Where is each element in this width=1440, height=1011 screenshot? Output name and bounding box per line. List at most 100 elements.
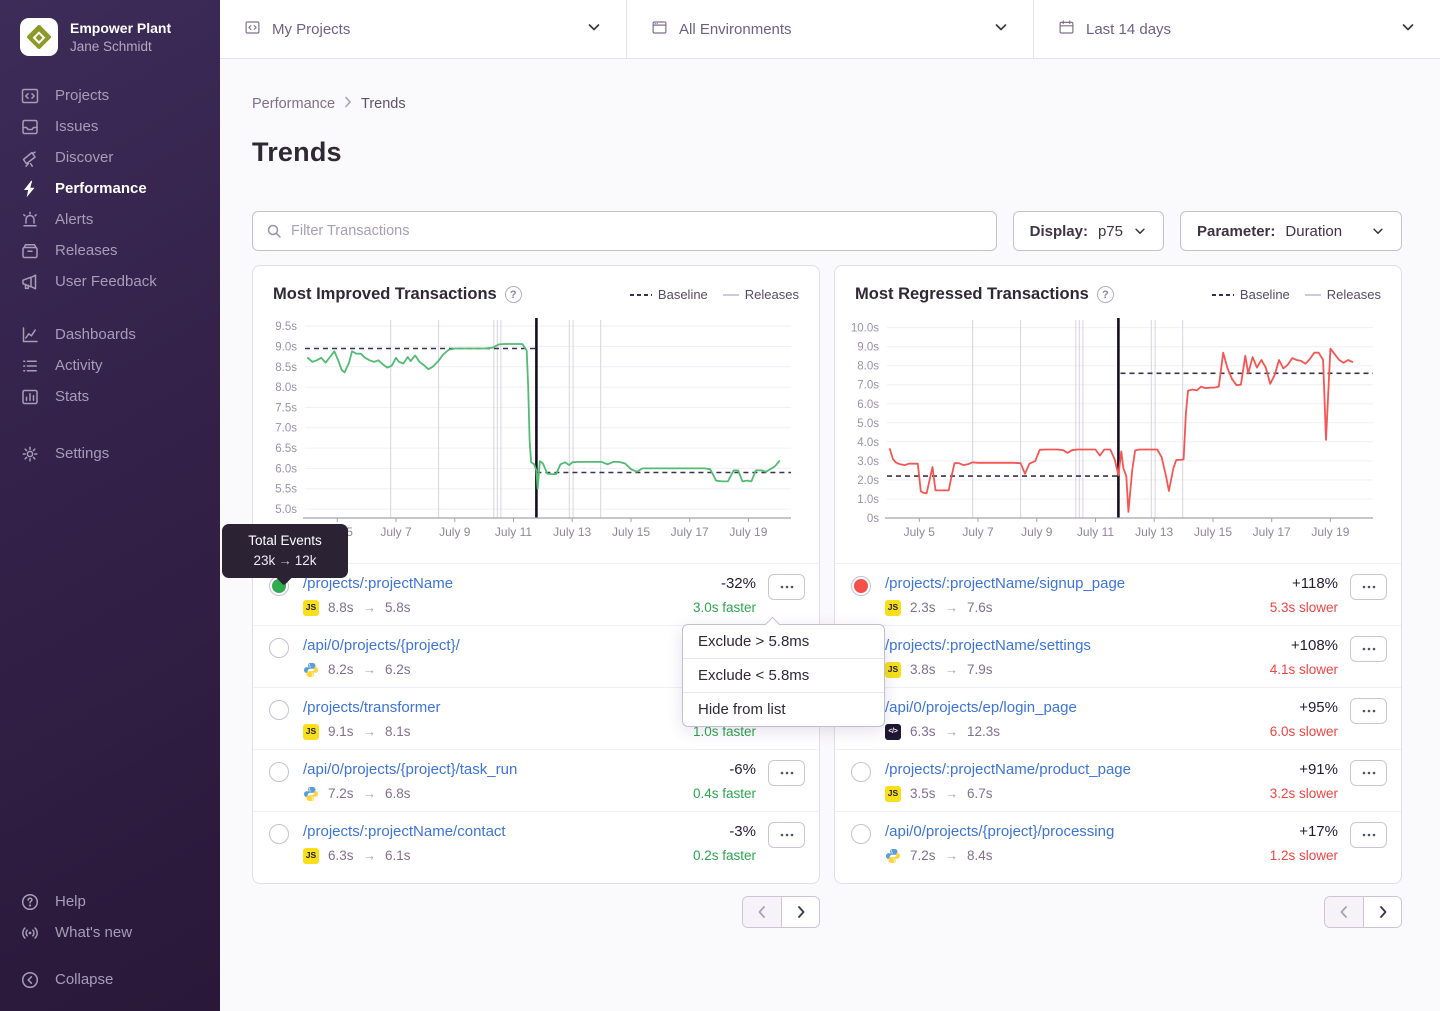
sidebar-item-dashboards[interactable]: Dashboards: [0, 319, 220, 350]
org-switcher[interactable]: Empower Plant Jane Schmidt: [0, 0, 220, 80]
whats-new-icon: [20, 923, 40, 943]
org-user-name: Jane Schmidt: [70, 39, 171, 54]
transaction-link[interactable]: /projects/transformer: [303, 698, 441, 717]
transaction-radio[interactable]: [851, 762, 871, 782]
environment-filter[interactable]: All Environments: [626, 0, 1033, 58]
svg-text:6.0s: 6.0s: [275, 463, 297, 475]
transaction-menu-button[interactable]: [1350, 698, 1387, 724]
transaction-radio[interactable]: [269, 638, 289, 658]
display-value: p75: [1098, 223, 1123, 240]
display-label: Display:: [1030, 223, 1088, 240]
transaction-link[interactable]: /api/0/projects/{project}/task_run: [303, 760, 517, 779]
parameter-label: Parameter:: [1197, 223, 1275, 240]
sidebar-item-label: Issues: [55, 118, 98, 135]
sidebar-item-settings[interactable]: Settings: [0, 438, 220, 469]
transaction-menu-button[interactable]: [1350, 760, 1387, 786]
duration-after: 12.3s: [967, 723, 1000, 740]
python-platform-icon: [885, 848, 901, 864]
sidebar-item-collapse[interactable]: Collapse: [0, 964, 220, 995]
arrow-right-icon: →: [945, 599, 959, 616]
menu-item[interactable]: Exclude > 5.8ms: [683, 625, 884, 658]
parameter-dropdown[interactable]: Parameter: Duration: [1180, 211, 1402, 251]
sidebar-item-label: Collapse: [55, 971, 113, 988]
search-input[interactable]: [291, 223, 983, 239]
sidebar-item-whats-new[interactable]: What's new: [0, 917, 220, 948]
transaction-menu-button[interactable]: [1350, 636, 1387, 662]
transaction-link[interactable]: /api/0/projects/{project}/processing: [885, 822, 1114, 841]
transaction-menu-button[interactable]: [1350, 574, 1387, 600]
previous-page-button[interactable]: [1325, 897, 1363, 927]
project-filter[interactable]: My Projects: [220, 0, 626, 58]
transaction-durations: JS 2.3s → 7.6s: [885, 599, 1258, 616]
breadcrumb-trends: Trends: [361, 96, 406, 112]
ellipsis-icon: [1362, 585, 1376, 589]
transaction-radio[interactable]: [851, 824, 871, 844]
sidebar-item-activity[interactable]: Activity: [0, 350, 220, 381]
arrow-right-icon: →: [945, 661, 959, 678]
sidebar-item-help[interactable]: Help: [0, 886, 220, 917]
chevron-right-icon: [795, 905, 807, 919]
transaction-link[interactable]: /projects/:projectName/settings: [885, 636, 1091, 655]
sidebar-nav-settings: Settings: [0, 438, 220, 469]
next-page-button[interactable]: [781, 897, 819, 927]
date-filter[interactable]: Last 14 days: [1033, 0, 1440, 58]
main-content: Performance Trends Trends Display: p75 P…: [220, 60, 1440, 1011]
sidebar-item-projects[interactable]: Projects: [0, 80, 220, 111]
duration-delta: 6.0s slower: [1270, 723, 1338, 740]
transaction-change: +91% 3.2s slower: [1270, 760, 1338, 802]
transaction-main: /projects/:projectName/contact JS 6.3s →…: [303, 822, 681, 864]
transaction-menu-button[interactable]: [768, 822, 805, 848]
sidebar-item-user-feedback[interactable]: User Feedback: [0, 266, 220, 297]
transaction-radio[interactable]: [851, 576, 871, 596]
menu-item[interactable]: Exclude < 5.8ms: [683, 658, 884, 692]
menu-item[interactable]: Hide from list: [683, 692, 884, 726]
transaction-link[interactable]: /projects/:projectName/product_page: [885, 760, 1131, 779]
transaction-menu-button[interactable]: [768, 760, 805, 786]
transaction-radio[interactable]: [269, 700, 289, 720]
sidebar-item-releases[interactable]: Releases: [0, 235, 220, 266]
transaction-change: +118% 5.3s slower: [1270, 574, 1338, 616]
duration-before: 7.2s: [910, 847, 936, 864]
transaction-menu-button[interactable]: [1350, 822, 1387, 848]
transaction-link[interactable]: /api/0/projects/{project}/: [303, 636, 460, 655]
svg-text:July 9: July 9: [1021, 525, 1053, 539]
duration-before: 9.1s: [328, 723, 354, 740]
next-page-button[interactable]: [1363, 897, 1401, 927]
transaction-durations: JS 3.8s → 7.9s: [885, 661, 1258, 678]
display-dropdown[interactable]: Display: p75: [1013, 211, 1164, 251]
previous-page-button[interactable]: [743, 897, 781, 927]
help-icon[interactable]: ?: [1097, 286, 1114, 303]
regressed-chart: 10.0s9.0s8.0s7.0s6.0s5.0s4.0s3.0s2.0s1.0…: [835, 306, 1401, 563]
window-icon: [651, 19, 668, 40]
svg-text:5.0s: 5.0s: [275, 504, 297, 516]
sidebar-item-discover[interactable]: Discover: [0, 142, 220, 173]
sidebar-item-performance[interactable]: Performance: [0, 173, 220, 204]
duration-before: 8.8s: [328, 599, 354, 616]
transaction-main: /api/0/projects/{project}/ 8.2s → 6.2s: [303, 636, 744, 678]
transaction-link[interactable]: /projects/:projectName/signup_page: [885, 574, 1125, 593]
transaction-row: /api/0/projects/ep/login_page </> 6.3s →…: [835, 687, 1401, 749]
transaction-durations: </> 6.3s → 12.3s: [885, 723, 1258, 740]
transaction-radio[interactable]: [269, 762, 289, 782]
transaction-link[interactable]: /projects/:projectName/contact: [303, 822, 506, 841]
help-icon[interactable]: ?: [505, 286, 522, 303]
sidebar-item-issues[interactable]: Issues: [0, 111, 220, 142]
transaction-durations: JS 9.1s → 8.1s: [303, 723, 681, 740]
ellipsis-icon: [1362, 709, 1376, 713]
calendar-icon: [1058, 19, 1075, 40]
transaction-radio[interactable]: [269, 824, 289, 844]
svg-text:7.5s: 7.5s: [275, 402, 297, 414]
breadcrumb-performance[interactable]: Performance: [252, 96, 335, 112]
transaction-menu-button[interactable]: [768, 574, 805, 600]
folder-code-icon: [244, 19, 261, 40]
sidebar-item-stats[interactable]: Stats: [0, 381, 220, 412]
transaction-row: /projects/:projectName/product_page JS 3…: [835, 749, 1401, 811]
page-title: Trends: [252, 137, 1402, 168]
sidebar-item-label: Dashboards: [55, 326, 136, 343]
duration-after: 6.7s: [967, 785, 993, 802]
sidebar-item-alerts[interactable]: Alerts: [0, 204, 220, 235]
transaction-link[interactable]: /api/0/projects/ep/login_page: [885, 698, 1077, 717]
percent-change: -32%: [721, 574, 756, 593]
svg-text:9.5s: 9.5s: [275, 321, 297, 333]
ellipsis-icon: [1362, 647, 1376, 651]
